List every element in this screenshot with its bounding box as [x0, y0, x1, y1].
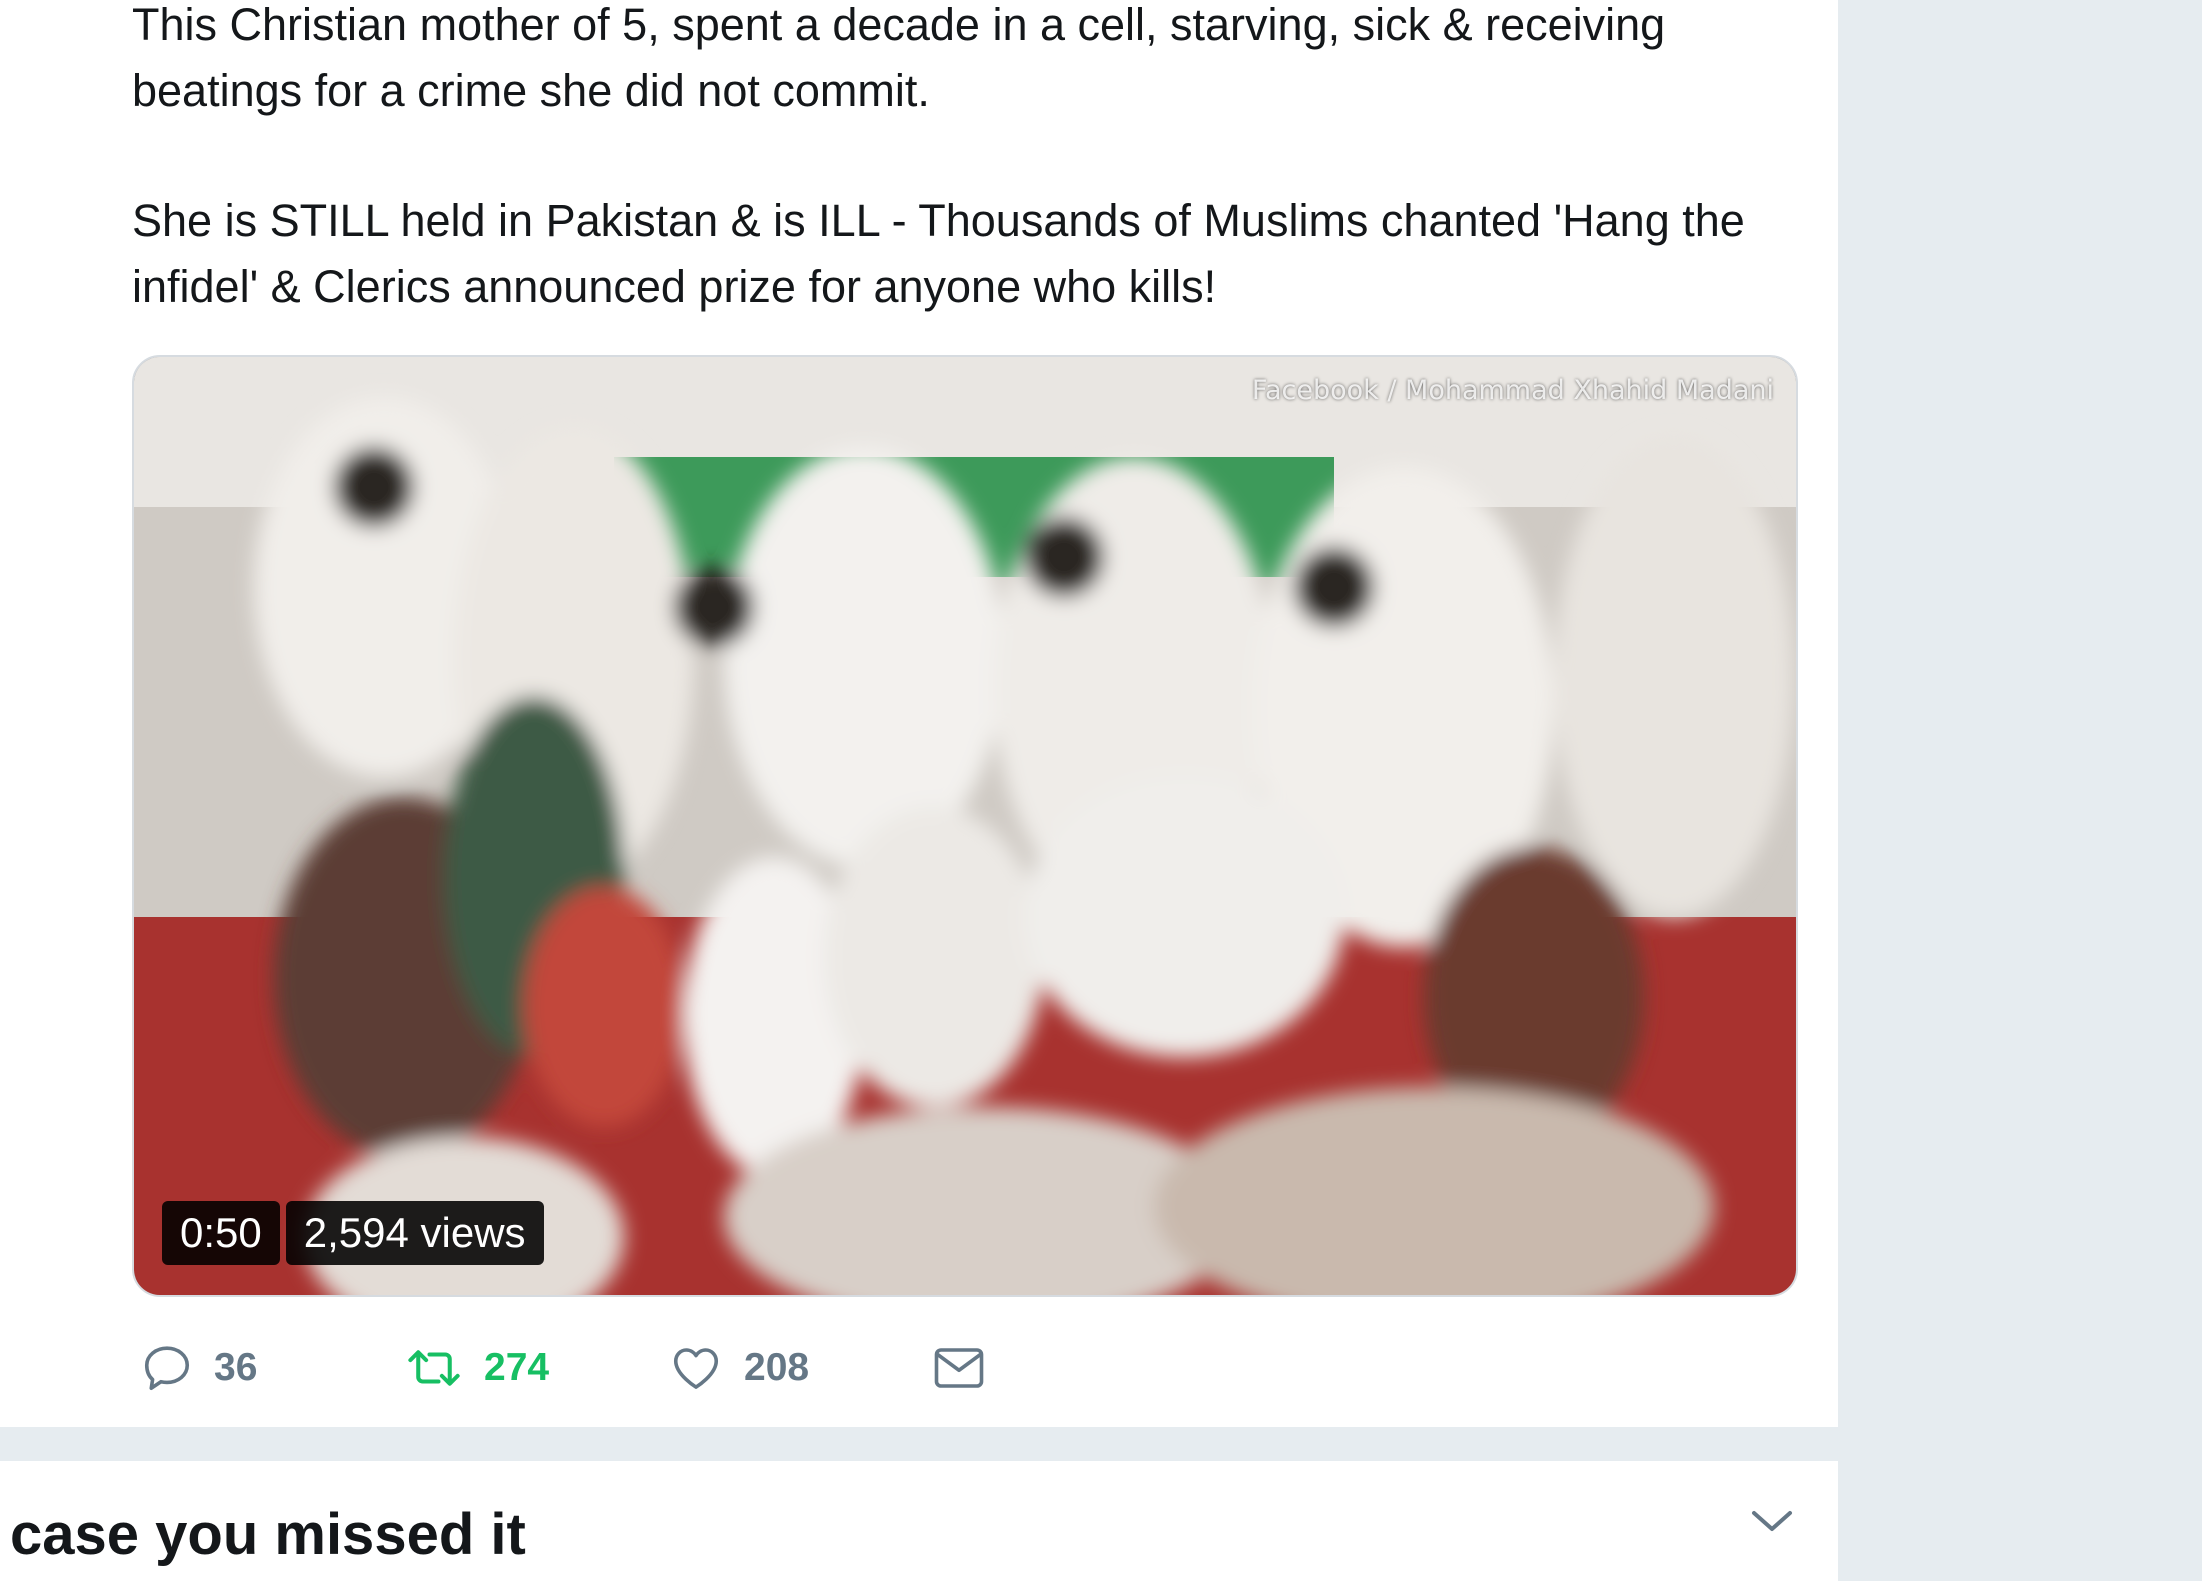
video-duration: 0:50 — [162, 1201, 280, 1265]
tweet-line: This Christian mother of 5, spent a deca… — [132, 0, 1666, 50]
like-button[interactable]: 208 — [668, 1336, 809, 1400]
retweet-icon — [408, 1350, 460, 1386]
like-count: 208 — [744, 1346, 810, 1389]
in-case-you-missed-it-section: case you missed it — [0, 1461, 1838, 1581]
video-views: 2,594 views — [285, 1201, 544, 1265]
tweet-line: She is STILL held in Pakistan & is ILL -… — [132, 195, 1745, 246]
retweet-count: 274 — [484, 1346, 550, 1389]
video-frame — [134, 357, 1796, 1295]
tweet-paragraph-2: She is STILL held in Pakistan & is ILL -… — [132, 188, 1832, 320]
tweet-paragraph-1: This Christian mother of 5, spent a deca… — [132, 0, 1832, 124]
retweet-button[interactable]: 274 — [404, 1336, 549, 1400]
reply-count: 36 — [214, 1346, 258, 1389]
reply-button[interactable]: 36 — [140, 1336, 257, 1400]
section-title: case you missed it — [10, 1502, 526, 1567]
video-watermark: Facebook / Mohammad Xhahid Madani — [1251, 375, 1774, 406]
heart-icon — [673, 1348, 719, 1389]
reply-icon — [144, 1346, 190, 1391]
chevron-down-icon[interactable] — [1748, 1505, 1796, 1535]
video-badges: 0:50 2,594 views — [162, 1201, 544, 1265]
tweet-line: infidel' & Clerics announced prize for a… — [132, 261, 1217, 312]
tweet-text: This Christian mother of 5, spent a deca… — [132, 0, 1832, 320]
message-button[interactable] — [932, 1336, 986, 1400]
envelope-icon — [934, 1348, 984, 1388]
tweet-card: This Christian mother of 5, spent a deca… — [0, 0, 1838, 1427]
video-player[interactable]: Facebook / Mohammad Xhahid Madani 0:50 2… — [132, 355, 1798, 1297]
tweet-line: beatings for a crime she did not commit. — [132, 65, 930, 116]
